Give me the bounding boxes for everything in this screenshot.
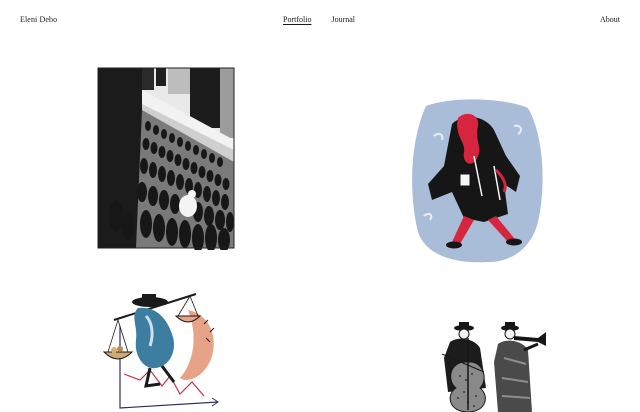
site-brand-link[interactable]: Eleni Debo bbox=[20, 15, 57, 24]
main-nav: Portfolio Journal bbox=[283, 15, 355, 24]
portfolio-item-crowd[interactable] bbox=[96, 66, 236, 250]
nav-link-about[interactable]: About bbox=[600, 15, 620, 24]
nav-link-journal[interactable]: Journal bbox=[331, 15, 355, 24]
scales-figure-illustration bbox=[102, 293, 219, 409]
musicians-illustration bbox=[441, 322, 546, 412]
crowd-street-illustration bbox=[97, 67, 235, 250]
portfolio-item-musicians[interactable] bbox=[434, 318, 554, 412]
portfolio-item-coat-figure[interactable] bbox=[404, 96, 548, 266]
nav-link-portfolio[interactable]: Portfolio bbox=[283, 15, 311, 24]
coat-figure-illustration bbox=[412, 99, 543, 263]
site-header: Eleni Debo Portfolio Journal About bbox=[0, 0, 640, 40]
portfolio-item-scales[interactable] bbox=[100, 286, 226, 412]
